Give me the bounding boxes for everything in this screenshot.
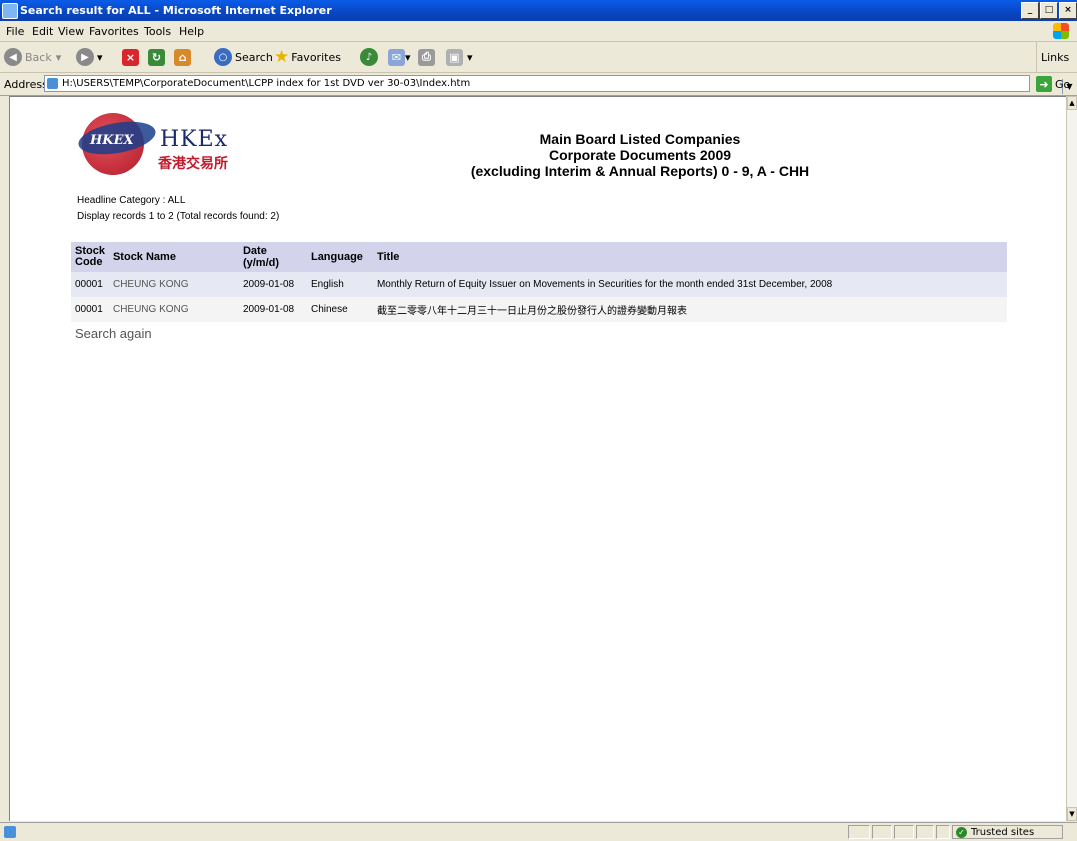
menu-edit[interactable]: Edit (32, 25, 53, 38)
favorites-star-icon: ★ (274, 47, 290, 67)
mail-button[interactable]: ✉ ▾ (388, 47, 411, 67)
refresh-icon: ↻ (148, 48, 165, 66)
display-records: Display records 1 to 2 (Total records fo… (77, 211, 280, 222)
media-icon: ♪ (360, 48, 378, 66)
address-url: H:\USERS\TEMP\CorporateDocument\LCPP ind… (62, 78, 471, 89)
back-dropdown-icon: ▾ (55, 50, 62, 64)
results-table: Stock Code Stock Name Date (y/m/d) Langu… (71, 242, 1007, 322)
page-heading: Main Board Listed Companies Corporate Do… (340, 131, 940, 179)
media-button[interactable]: ♪ (360, 47, 381, 67)
close-button[interactable]: × (1059, 2, 1077, 19)
back-label: Back (25, 50, 52, 64)
home-icon: ⌂ (174, 48, 191, 66)
window-title: Search result for ALL - Microsoft Intern… (20, 4, 332, 17)
edit-icon: ▣ (446, 48, 463, 66)
search-label: Search (235, 50, 273, 64)
status-pane (894, 825, 914, 839)
cell-language: English (306, 272, 373, 297)
table-row: 00001 CHEUNG KONG 2009-01-08 English Mon… (71, 272, 1007, 297)
cell-title-link[interactable]: 截至二零零八年十二月三十一日止月份之股份發行人的證券變動月報表 (372, 297, 1007, 322)
zone-label: Trusted sites (971, 826, 1035, 838)
forward-button[interactable]: ▶ ▾ (76, 47, 103, 67)
heading-line-3: (excluding Interim & Annual Reports) 0 -… (470, 163, 810, 179)
table-header-row: Stock Code Stock Name Date (y/m/d) Langu… (71, 242, 1007, 272)
search-again-link[interactable]: Search again (75, 326, 152, 341)
minimize-button[interactable]: _ (1021, 2, 1039, 19)
home-button[interactable]: ⌂ (174, 47, 191, 67)
toolbar: ◀ Back ▾ ▶ ▾ × ↻ ⌂ ○ Search ★ Favorites … (0, 42, 1077, 73)
mail-icon: ✉ (388, 48, 405, 66)
search-button[interactable]: ○ Search (214, 47, 273, 67)
header-stock-name: Stock Name (108, 242, 239, 272)
favorites-label: Favorites (291, 50, 341, 64)
stop-icon: × (122, 48, 139, 66)
status-bar: ✓ Trusted sites (0, 822, 1077, 841)
table-row: 00001 CHEUNG KONG 2009-01-08 Chinese 截至二… (71, 297, 1007, 322)
window-title-bar[interactable]: Search result for ALL - Microsoft Intern… (0, 0, 1077, 21)
address-input[interactable]: H:\USERS\TEMP\CorporateDocument\LCPP ind… (44, 75, 1076, 94)
logo-mark-text: HKEX (90, 133, 134, 148)
favorites-button[interactable]: ★ Favorites (274, 47, 341, 67)
go-button[interactable]: ➜ Go (1036, 76, 1070, 92)
cell-date: 2009-01-08 (238, 272, 307, 297)
hkex-logo: HKEX HKEx 香港交易所 (75, 109, 300, 191)
heading-line-2: Corporate Documents 2009 (548, 147, 732, 163)
go-label: Go (1055, 77, 1071, 91)
menu-tools[interactable]: Tools (144, 25, 171, 38)
status-pane (916, 825, 934, 839)
header-title: Title (372, 242, 1007, 272)
back-button[interactable]: ◀ Back ▾ (4, 47, 61, 67)
headline-category: Headline Category : ALL (77, 195, 186, 206)
back-arrow-icon: ◀ (4, 48, 22, 66)
page-content: HKEX HKEx 香港交易所 Main Board Listed Compan… (9, 96, 1066, 821)
go-arrow-icon: ➜ (1036, 76, 1052, 92)
windows-logo-icon (1053, 23, 1069, 39)
vertical-scrollbar[interactable]: ▲ ▼ (1066, 96, 1077, 821)
cell-stock-code: 00001 (71, 297, 109, 322)
cell-stock-name: CHEUNG KONG (108, 272, 239, 297)
cell-stock-name: CHEUNG KONG (108, 297, 239, 322)
links-label: Links (1041, 51, 1070, 64)
links-toolbar[interactable]: Links (1036, 42, 1077, 72)
stop-button[interactable]: × (122, 47, 139, 67)
print-button[interactable]: ⎙ (418, 47, 435, 67)
menu-file[interactable]: File (6, 25, 24, 38)
status-pane (936, 825, 950, 839)
header-language: Language (306, 242, 373, 272)
cell-title-link[interactable]: Monthly Return of Equity Issuer on Movem… (372, 272, 1007, 297)
page-icon (47, 78, 58, 89)
ie-icon (2, 3, 18, 19)
menu-favorites[interactable]: Favorites (89, 25, 139, 38)
status-pane (848, 825, 870, 839)
scroll-up-icon[interactable]: ▲ (1067, 96, 1077, 110)
edit-button[interactable]: ▣ ▾ (446, 47, 473, 67)
maximize-button[interactable]: □ (1040, 2, 1058, 19)
trusted-check-icon: ✓ (956, 826, 967, 838)
print-icon: ⎙ (418, 48, 435, 66)
forward-arrow-icon: ▶ (76, 48, 94, 66)
menu-help[interactable]: Help (179, 25, 204, 38)
edit-dropdown-icon: ▾ (467, 50, 473, 64)
mail-dropdown-icon: ▾ (405, 50, 411, 64)
logo-english: HKEx (160, 127, 229, 152)
header-stock-code: Stock Code (71, 242, 109, 272)
cell-date: 2009-01-08 (238, 297, 307, 322)
search-icon: ○ (214, 48, 232, 66)
forward-dropdown-icon: ▾ (97, 50, 103, 64)
heading-line-1: Main Board Listed Companies (539, 131, 741, 147)
refresh-button[interactable]: ↻ (148, 47, 165, 67)
status-page-icon (4, 826, 16, 838)
menu-bar: File Edit View Favorites Tools Help (0, 21, 1077, 42)
header-date: Date (y/m/d) (238, 242, 307, 272)
scroll-down-icon[interactable]: ▼ (1067, 807, 1077, 821)
logo-chinese: 香港交易所 (158, 156, 228, 172)
status-pane (872, 825, 892, 839)
address-label: Address (4, 78, 48, 91)
address-bar: Address H:\USERS\TEMP\CorporateDocument\… (0, 73, 1077, 96)
menu-view[interactable]: View (58, 25, 84, 38)
security-zone[interactable]: ✓ Trusted sites (952, 825, 1063, 839)
cell-stock-code: 00001 (71, 272, 109, 297)
cell-language: Chinese (306, 297, 373, 322)
